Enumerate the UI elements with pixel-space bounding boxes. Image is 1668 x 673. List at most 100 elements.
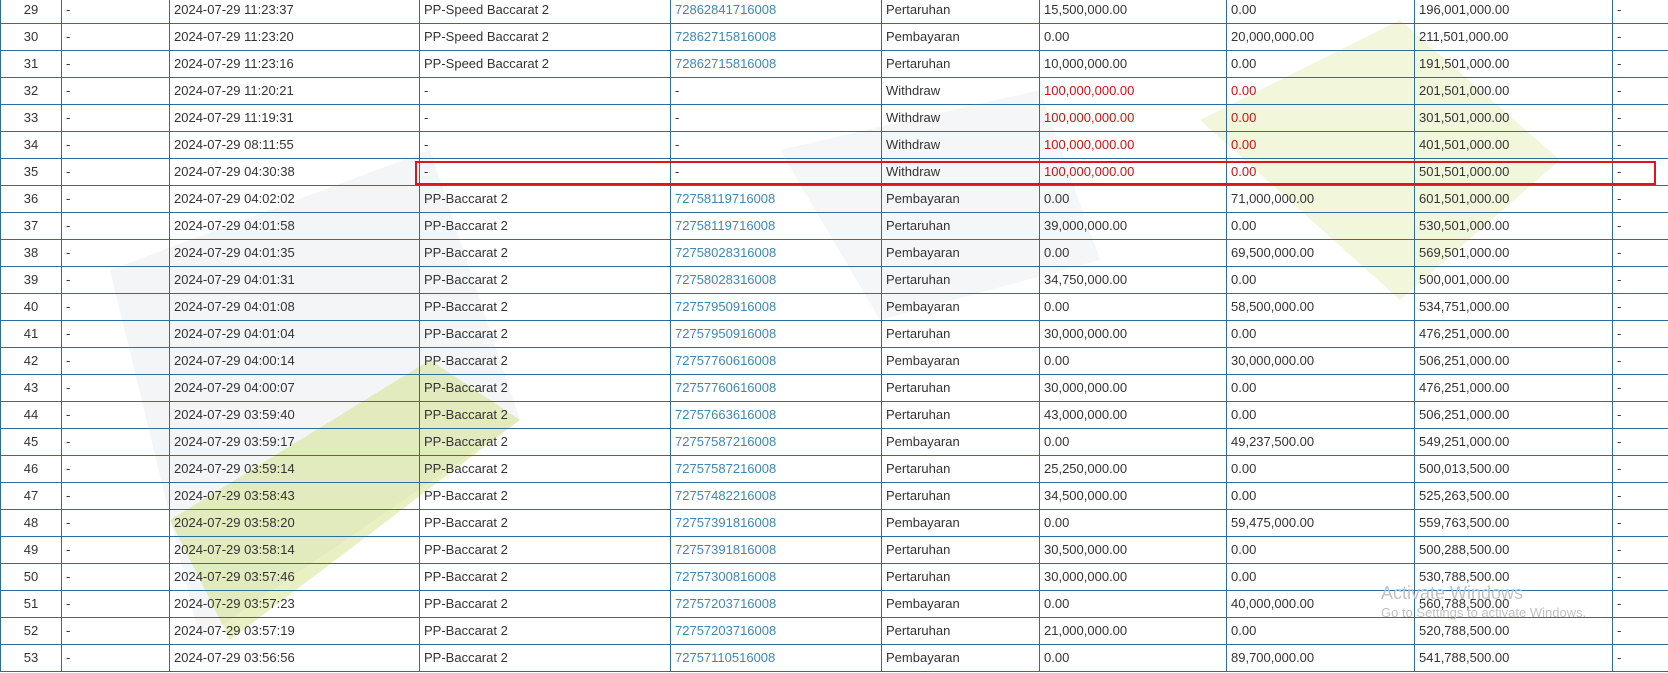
game-name-cell: PP-Baccarat 2 [419, 401, 671, 429]
transaction-id-cell: 72862715816008 [670, 23, 882, 51]
row-number-cell: 52 [0, 617, 62, 645]
transaction-type-cell: Pertaruhan [881, 266, 1040, 294]
transaction-id-link[interactable]: 72757760616008 [675, 380, 776, 395]
trailing-cell: - [1612, 617, 1668, 645]
table-row: 51-2024-07-29 03:57:23 PP-Baccarat 2 72757… [0, 590, 1668, 618]
trailing-cell: - [1612, 266, 1668, 294]
balance-cell: 476,251,000.00 [1414, 320, 1613, 348]
transaction-id-link[interactable]: 72757663616008 [675, 407, 776, 422]
table-row: 40-2024-07-29 04:01:08 PP-Baccarat 2 72757… [0, 293, 1668, 321]
debit-amount-cell: 100,000,000.00 [1039, 131, 1227, 159]
transaction-id-cell: 72757587216008 [670, 455, 882, 483]
transaction-type-cell: Pertaruhan [881, 563, 1040, 591]
transaction-id-link[interactable]: 72757950916008 [675, 299, 776, 314]
transaction-id-cell: - [670, 158, 882, 186]
transaction-id-link[interactable]: 72757760616008 [675, 353, 776, 368]
transaction-id-link[interactable]: 72862715816008 [675, 56, 776, 71]
debit-amount-cell: 25,250,000.00 [1039, 455, 1227, 483]
table-row: 39-2024-07-29 04:01:31 PP-Baccarat 2 72758… [0, 266, 1668, 294]
table-row: 30-2024-07-29 11:23:20 PP-Speed Baccarat … [0, 23, 1668, 51]
timestamp-cell: 2024-07-29 08:11:55 [169, 131, 420, 159]
trailing-cell: - [1612, 455, 1668, 483]
transaction-id-link[interactable]: 72757203716008 [675, 623, 776, 638]
timestamp-cell: 2024-07-29 04:30:38 [169, 158, 420, 186]
table-row: 37-2024-07-29 04:01:58 PP-Baccarat 2 72758… [0, 212, 1668, 240]
transaction-id-cell: 72757760616008 [670, 347, 882, 375]
transaction-id-link[interactable]: 72757110516008 [675, 650, 775, 665]
trailing-cell: - [1612, 293, 1668, 321]
blank-cell: - [61, 347, 170, 375]
game-name-cell: PP-Baccarat 2 [419, 509, 671, 537]
balance-cell: 476,251,000.00 [1414, 374, 1613, 402]
row-number-cell: 43 [0, 374, 62, 402]
debit-amount-cell: 0.00 [1039, 428, 1227, 456]
timestamp-cell: 2024-07-29 03:57:23 [169, 590, 420, 618]
timestamp-cell: 2024-07-29 04:01:04 [169, 320, 420, 348]
transaction-id-link[interactable]: 72757203716008 [675, 596, 776, 611]
game-name-cell: PP-Baccarat 2 [419, 455, 671, 483]
game-name-cell: PP-Baccarat 2 [419, 347, 671, 375]
timestamp-cell: 2024-07-29 04:00:07 [169, 374, 420, 402]
blank-cell: - [61, 617, 170, 645]
trailing-cell: - [1612, 590, 1668, 618]
transaction-id-link[interactable]: 72757391816008 [675, 542, 776, 557]
row-number-cell: 30 [0, 23, 62, 51]
transaction-type-cell: Pembayaran [881, 347, 1040, 375]
table-row: 44-2024-07-29 03:59:40 PP-Baccarat 2 72757… [0, 401, 1668, 429]
debit-amount-cell: 34,750,000.00 [1039, 266, 1227, 294]
transaction-id-link[interactable]: 72758028316008 [675, 272, 776, 287]
transaction-id-link[interactable]: 72862841716008 [675, 2, 776, 17]
game-name-cell: PP-Baccarat 2 [419, 185, 671, 213]
balance-cell: 506,251,000.00 [1414, 347, 1613, 375]
table-row: 48-2024-07-29 03:58:20 PP-Baccarat 2 72757… [0, 509, 1668, 537]
timestamp-cell: 2024-07-29 03:59:14 [169, 455, 420, 483]
transaction-id-cell: 72757587216008 [670, 428, 882, 456]
trailing-cell: - [1612, 158, 1668, 186]
timestamp-cell: 2024-07-29 04:01:35 [169, 239, 420, 267]
blank-cell: - [61, 401, 170, 429]
balance-cell: 500,013,500.00 [1414, 455, 1613, 483]
timestamp-cell: 2024-07-29 03:59:40 [169, 401, 420, 429]
transaction-id-link[interactable]: 72758119716008 [675, 191, 775, 206]
transaction-id-link[interactable]: 72757482216008 [675, 488, 776, 503]
transaction-id-link[interactable]: 72757391816008 [675, 515, 776, 530]
transaction-id-link[interactable]: 72757587216008 [675, 461, 776, 476]
trailing-cell: - [1612, 50, 1668, 78]
transaction-type-cell: Pembayaran [881, 428, 1040, 456]
timestamp-cell: 2024-07-29 11:23:37 [169, 0, 420, 24]
transaction-id-link[interactable]: 72758028316008 [675, 245, 776, 260]
row-number-cell: 44 [0, 401, 62, 429]
credit-amount-cell: 0.00 [1226, 536, 1415, 564]
balance-cell: 500,288,500.00 [1414, 536, 1613, 564]
transaction-id-link[interactable]: 72862715816008 [675, 29, 776, 44]
transaction-id-link[interactable]: 72757300816008 [675, 569, 776, 584]
blank-cell: - [61, 374, 170, 402]
balance-cell: 506,251,000.00 [1414, 401, 1613, 429]
credit-amount-cell: 58,500,000.00 [1226, 293, 1415, 321]
game-name-cell: PP-Speed Baccarat 2 [419, 0, 671, 24]
balance-cell: 530,788,500.00 [1414, 563, 1613, 591]
game-name-cell: PP-Baccarat 2 [419, 617, 671, 645]
credit-amount-cell: 0.00 [1226, 0, 1415, 24]
transaction-id-link[interactable]: 72757587216008 [675, 434, 776, 449]
credit-amount-cell: 89,700,000.00 [1226, 644, 1415, 672]
game-name-cell: PP-Baccarat 2 [419, 374, 671, 402]
credit-amount-cell: 0.00 [1226, 266, 1415, 294]
trailing-cell: - [1612, 104, 1668, 132]
timestamp-cell: 2024-07-29 03:57:19 [169, 617, 420, 645]
row-number-cell: 35 [0, 158, 62, 186]
debit-amount-cell: 100,000,000.00 [1039, 158, 1227, 186]
row-number-cell: 42 [0, 347, 62, 375]
transaction-id-link[interactable]: 72758119716008 [675, 218, 775, 233]
transaction-type-cell: Pertaruhan [881, 482, 1040, 510]
balance-cell: 201,501,000.00 [1414, 77, 1613, 105]
trailing-cell: - [1612, 347, 1668, 375]
balance-cell: 541,788,500.00 [1414, 644, 1613, 672]
transaction-type-cell: Withdraw [881, 104, 1040, 132]
table-row: 34-2024-07-29 08:11:55- - Withdraw 100,000,… [0, 131, 1668, 159]
transaction-id-link[interactable]: 72757950916008 [675, 326, 776, 341]
timestamp-cell: 2024-07-29 04:00:14 [169, 347, 420, 375]
blank-cell: - [61, 239, 170, 267]
transaction-table: 29-2024-07-29 11:23:37 PP-Speed Baccarat … [0, 0, 1668, 672]
game-name-cell: PP-Baccarat 2 [419, 320, 671, 348]
